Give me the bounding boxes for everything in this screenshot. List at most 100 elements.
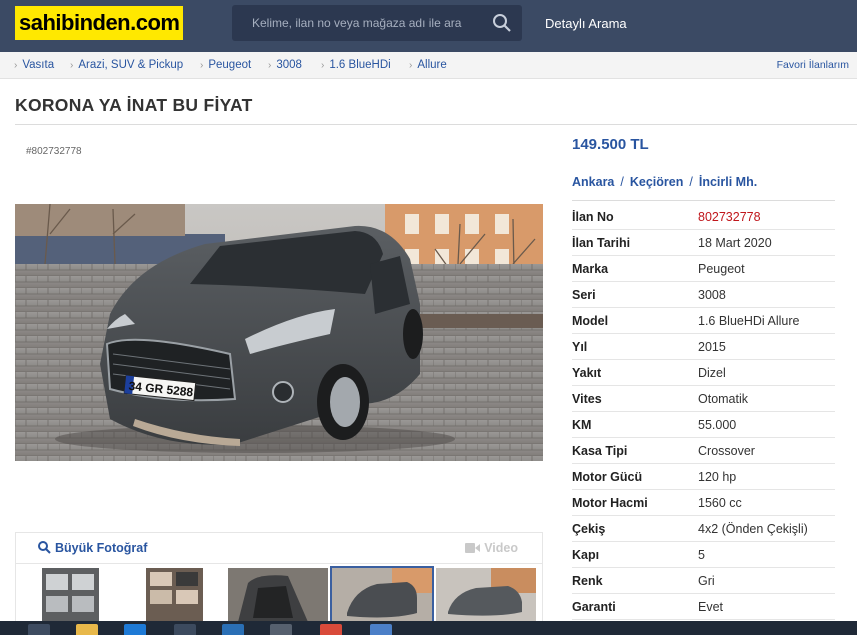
spec-value: 5 xyxy=(698,548,705,562)
spec-row-seri: Seri 3008 xyxy=(572,282,835,308)
spec-value: 3008 xyxy=(698,288,726,302)
spec-label: Garanti xyxy=(572,600,616,614)
chevron-right-icon: › xyxy=(268,60,272,71)
spec-label: Motor Gücü xyxy=(572,470,643,484)
large-photo-label: Büyük Fotoğraf xyxy=(55,541,148,555)
spec-row-renk: Renk Gri xyxy=(572,568,835,594)
breadcrumb-item-vasita[interactable]: › Vasıta xyxy=(14,59,54,71)
spec-label: Model xyxy=(572,314,609,328)
listing-id-label: #802732778 xyxy=(26,146,82,157)
thumbnail-5[interactable] xyxy=(436,568,536,622)
breadcrumb-item-allure[interactable]: › Allure xyxy=(409,59,447,71)
video-camera-icon xyxy=(465,543,481,553)
breadcrumb-item-3008[interactable]: › 3008 xyxy=(268,59,302,71)
spec-label: Yıl xyxy=(572,340,588,354)
taskbar-app-icon[interactable] xyxy=(222,624,244,635)
spec-value: 18 Mart 2020 xyxy=(698,236,772,250)
search-icon[interactable] xyxy=(492,13,512,33)
spec-row-motor-hacmi: Motor Hacmi 1560 cc xyxy=(572,490,835,516)
breadcrumb-item-peugeot[interactable]: › Peugeot xyxy=(200,59,251,71)
thumbnail-strip xyxy=(15,564,543,624)
spec-value: 1.6 BlueHDi Allure xyxy=(698,314,800,328)
breadcrumb-item-bluehdi[interactable]: › 1.6 BlueHDi xyxy=(321,59,391,71)
chevron-right-icon: › xyxy=(409,60,413,71)
spec-label: Motor Hacmi xyxy=(572,496,648,510)
spec-row-marka: Marka Peugeot xyxy=(572,256,835,282)
thumbnail-2[interactable] xyxy=(146,568,203,622)
file-explorer-icon[interactable] xyxy=(76,624,98,635)
taskbar-app-icon[interactable] xyxy=(370,624,392,635)
spec-row-ilan-tarihi: İlan Tarihi 18 Mart 2020 xyxy=(572,230,835,256)
top-header: sahibinden.com Detaylı Arama xyxy=(0,0,857,52)
spec-label: Yakıt xyxy=(572,366,602,380)
spec-label: Vites xyxy=(572,392,602,406)
chevron-right-icon: › xyxy=(70,60,74,71)
store-icon[interactable] xyxy=(270,624,292,635)
spec-label: Marka xyxy=(572,262,609,276)
divider xyxy=(572,200,835,201)
listing-price: 149.500 TL xyxy=(572,136,649,153)
spec-row-kapi: Kapı 5 xyxy=(572,542,835,568)
spec-label: Seri xyxy=(572,288,596,302)
taskbar-app-icon[interactable] xyxy=(174,624,196,635)
spec-label: İlan No xyxy=(572,210,614,224)
listing-title: KORONA YA İNAT BU FİYAT xyxy=(15,95,253,115)
spec-label: Kapı xyxy=(572,548,600,562)
spec-label: Çekiş xyxy=(572,522,606,536)
breadcrumb: › Vasıta › Arazi, SUV & Pickup › Peugeot › 3… xyxy=(0,52,857,79)
thumbnail-1[interactable] xyxy=(42,568,99,622)
location-separator: / xyxy=(620,175,624,189)
video-button[interactable]: Video xyxy=(465,541,518,555)
spec-value: 802732778 xyxy=(698,210,761,224)
large-photo-button[interactable]: Büyük Fotoğraf xyxy=(38,541,147,555)
spec-value: Otomatik xyxy=(698,392,749,406)
chevron-right-icon: › xyxy=(321,60,325,71)
location-city[interactable]: Ankara xyxy=(572,175,614,189)
search-box xyxy=(232,5,522,41)
spec-row-yil: Yıl 2015 xyxy=(572,334,835,360)
chevron-right-icon: › xyxy=(14,60,18,71)
location-neighborhood[interactable]: İncirli Mh. xyxy=(699,175,757,189)
video-label: Video xyxy=(484,541,518,555)
location-separator: / xyxy=(689,175,693,189)
spec-value: Peugeot xyxy=(698,262,745,276)
thumbnail-3[interactable] xyxy=(228,568,328,622)
spec-row-vites: Vites Otomatik xyxy=(572,386,835,412)
spec-label: KM xyxy=(572,418,592,432)
breadcrumb-item-arazi[interactable]: › Arazi, SUV & Pickup xyxy=(70,59,183,71)
spec-value: Gri xyxy=(698,574,715,588)
chrome-icon[interactable] xyxy=(320,624,342,635)
os-taskbar xyxy=(0,621,857,635)
spec-row-garanti: Garanti Evet xyxy=(572,594,835,620)
spec-value: 1560 cc xyxy=(698,496,742,510)
divider xyxy=(15,124,857,125)
edge-browser-icon[interactable] xyxy=(124,624,146,635)
spec-label: Renk xyxy=(572,574,603,588)
spec-value: Dizel xyxy=(698,366,726,380)
spec-label: Kasa Tipi xyxy=(572,444,628,458)
spec-row-kasa-tipi: Kasa Tipi Crossover xyxy=(572,438,835,464)
detailed-search-link[interactable]: Detaylı Arama xyxy=(545,16,627,31)
spec-value: 120 hp xyxy=(698,470,737,484)
spec-row-cekis: Çekiş 4x2 (Önden Çekişli) xyxy=(572,516,835,542)
spec-value: 4x2 (Önden Çekişli) xyxy=(698,522,808,536)
spec-value: Crossover xyxy=(698,444,755,458)
spec-value: 2015 xyxy=(698,340,726,354)
spec-row-motor-gucu: Motor Gücü 120 hp xyxy=(572,464,835,490)
main-photo[interactable]: 34 GR 5288 xyxy=(15,204,543,461)
spec-label: İlan Tarihi xyxy=(572,236,631,250)
spec-value: Evet xyxy=(698,600,724,614)
spec-row-yakit: Yakıt Dizel xyxy=(572,360,835,386)
spec-row-ilan-no: İlan No 802732778 xyxy=(572,204,835,230)
specs-table: İlan No 802732778 İlan Tarihi 18 Mart 2020… xyxy=(572,204,835,620)
sahibinden-logo[interactable]: sahibinden.com xyxy=(15,6,184,40)
search-input[interactable] xyxy=(232,5,482,41)
thumbnail-4-selected[interactable] xyxy=(330,566,434,624)
magnifier-icon xyxy=(38,541,51,554)
favorite-listings-link[interactable]: Favori İlanlarım xyxy=(777,59,849,71)
location-breadcrumb: Ankara / Keçiören / İncirli Mh. xyxy=(572,175,757,189)
spec-row-km: KM 55.000 xyxy=(572,412,835,438)
photo-action-bar: Büyük Fotoğraf Video xyxy=(15,532,543,564)
location-district[interactable]: Keçiören xyxy=(630,175,684,189)
start-menu-icon[interactable] xyxy=(28,624,50,635)
